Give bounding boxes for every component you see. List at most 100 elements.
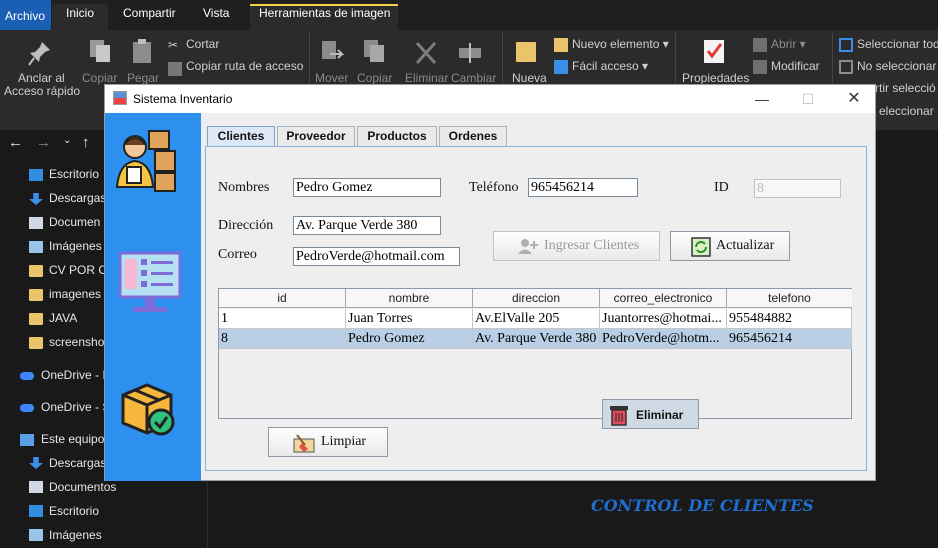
nombres-field[interactable]: Pedro Gomez [293,178,441,197]
cut-icon: ✂ [168,38,179,52]
sidebar-item-este-equipo[interactable]: Este equipo [41,432,104,446]
move-icon [322,41,344,59]
sidebar-item-documentos-2[interactable]: Documentos [49,480,116,494]
download-icon [29,457,43,469]
ingresar-clientes-button[interactable]: Ingresar Clientes [493,231,660,261]
sidebar-item-descargas-2[interactable]: Descargas [49,456,106,470]
table-cell[interactable]: Juan Torres [346,309,473,329]
correo-field[interactable]: PedroVerde@hotmail.com [293,247,460,266]
table-cell[interactable]: 955484882 [727,309,852,329]
properties-button[interactable]: Propiedades [682,71,749,85]
paste-button[interactable]: Pegar [127,71,159,85]
tab-herramientas-imagen[interactable]: Herramientas de imagen [259,6,390,20]
new-folder-button[interactable]: Nueva [512,71,547,85]
context-menu-eliminar[interactable]: Eliminar [636,408,683,422]
close-button[interactable]: ✕ [831,85,877,113]
products-menu-icon[interactable] [119,251,181,315]
easy-access-button[interactable]: Fácil acceso ▾ [572,59,648,73]
table-cell[interactable]: 8 [219,329,346,349]
table-cell[interactable]: Av.ElValle 205 [473,309,600,329]
minimize-button[interactable]: — [739,85,785,113]
direccion-field[interactable]: Av. Parque Verde 380 [293,216,441,235]
tab-ordenes[interactable]: Ordenes [439,126,507,146]
copy-to-button[interactable]: Copiar [357,71,392,85]
invert-selection-button[interactable]: rtir selecció [875,81,936,95]
orders-menu-icon[interactable] [119,381,177,437]
clients-menu-icon[interactable] [115,127,179,193]
paste-icon [133,39,151,63]
up-arrow-icon[interactable]: ↑ [82,134,90,151]
column-header-telefono[interactable]: telefono [727,289,852,308]
actualizar-button[interactable]: Actualizar [670,231,790,261]
limpiar-button[interactable]: Limpiar [268,427,388,457]
table-cell[interactable]: 965456214 [727,329,852,349]
tab-productos[interactable]: Productos [357,126,437,146]
modify-icon [753,60,767,74]
tab-vista[interactable]: Vista [203,6,229,20]
direccion-label: Dirección [218,218,274,233]
tab-proveedor[interactable]: Proveedor [277,126,355,146]
column-header-direccion[interactable]: direccion [473,289,600,308]
table-cell[interactable]: 1 [219,309,346,329]
pin-label-2[interactable]: Acceso rápido [4,84,80,98]
forward-arrow-icon[interactable]: → [36,134,51,151]
title-bar[interactable]: Sistema Inventario — ☐ ✕ [105,85,875,113]
sidebar-item-onedrive-2[interactable]: OneDrive - S [41,400,110,414]
tab-compartir[interactable]: Compartir [123,6,176,20]
sidebar-item-escritorio-2[interactable]: Escritorio [49,504,99,518]
column-header-nombre[interactable]: nombre [346,289,473,308]
sistema-inventario-window: Sistema Inventario — ☐ ✕ Clientes Provee… [104,84,876,515]
table-cell[interactable]: Pedro Gomez [346,329,473,349]
sidebar-item-imagenes[interactable]: Imágenes [49,239,102,253]
select-none-button[interactable]: No seleccionar n [857,59,938,73]
sidebar-item-imagenes-2[interactable]: Imágenes [49,528,102,542]
rename-icon [459,43,481,63]
refresh-icon [691,237,711,257]
image-icon [29,241,43,253]
column-header-id[interactable]: id [219,289,346,308]
new-item-button[interactable]: Nuevo elemento ▾ [572,37,669,51]
broom-icon [293,434,315,453]
maximize-button[interactable]: ☐ [785,85,831,113]
copy-path-button[interactable]: Copiar ruta de acceso [186,59,303,73]
nombres-label: Nombres [218,180,270,195]
document-icon [29,217,43,229]
sidebar-item-descargas[interactable]: Descargas [49,191,106,205]
clientes-table[interactable]: id nombre direccion correo_electronico t… [218,288,852,419]
delete-button[interactable]: Eliminar [405,71,448,85]
limpiar-label: Limpiar [321,434,367,449]
sidebar-item-imagenes-folder[interactable]: imagenes [49,287,101,301]
table-cell[interactable]: Av. Parque Verde 380 [473,329,600,349]
open-button[interactable]: Abrir ▾ [771,37,806,51]
correo-label: Correo [218,247,257,262]
chevron-down-icon[interactable]: ⌄ [63,135,71,146]
folder-icon [29,265,43,277]
select-all-icon [839,38,853,52]
cut-button[interactable]: Cortar [186,37,219,51]
sidebar-item-documentos[interactable]: Documen [49,215,100,229]
sidebar-item-onedrive-1[interactable]: OneDrive - I [41,368,106,382]
column-header-correo[interactable]: correo_electronico [600,289,727,308]
back-arrow-icon[interactable]: ← [8,134,23,151]
open-icon [753,38,767,52]
cloud-icon [20,404,34,412]
telefono-field[interactable]: 965456214 [528,178,638,197]
new-item-icon [554,38,568,52]
copy-button[interactable]: Copiar [82,71,117,85]
tab-inicio[interactable]: Inicio [66,6,94,20]
tab-archivo[interactable]: Archivo [0,0,51,30]
sidebar-item-java[interactable]: JAVA [49,311,77,325]
copy-to-icon [364,40,384,62]
tab-clientes[interactable]: Clientes [207,126,275,147]
select-all-button[interactable]: Seleccionar tod [857,37,938,51]
pin-label-1[interactable]: Anclar al [18,71,65,85]
rename-button[interactable]: Cambiar [451,71,496,85]
move-button[interactable]: Mover [315,71,348,85]
sidebar-item-screenshots[interactable]: screensho [49,335,104,349]
table-cell[interactable]: PedroVerde@hotm... [600,329,727,349]
table-cell[interactable]: Juantorres@hotmai... [600,309,727,329]
modify-button[interactable]: Modificar [771,59,820,73]
sidebar-item-escritorio[interactable]: Escritorio [49,167,99,181]
document-icon [29,481,43,493]
select-button[interactable]: eleccionar [879,104,934,118]
